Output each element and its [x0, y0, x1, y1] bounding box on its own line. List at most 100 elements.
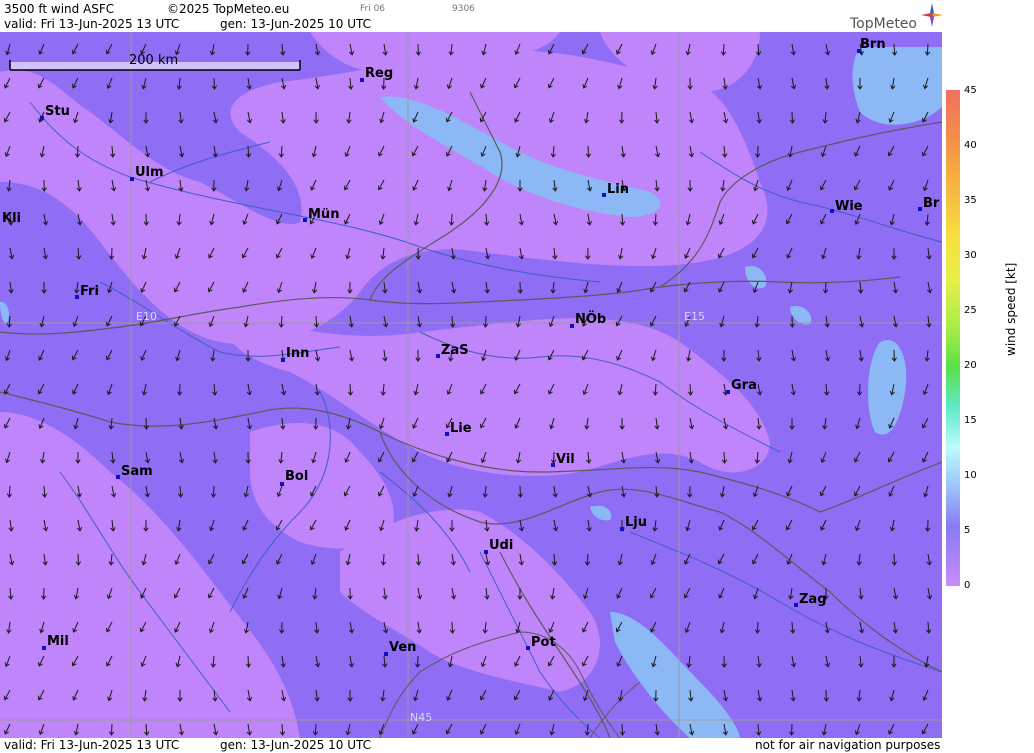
- wind-arrow-icon: [412, 723, 419, 735]
- wind-arrow-icon: [926, 553, 932, 566]
- wind-arrow-icon: [858, 587, 864, 600]
- wind-arrow-icon: [246, 417, 253, 430]
- wind-arrow-icon: [73, 417, 79, 430]
- city-label: Ven: [389, 640, 416, 655]
- wind-arrow-icon: [788, 723, 795, 736]
- wind-arrow-icon: [790, 689, 796, 702]
- wind-arrow-icon: [756, 655, 762, 668]
- wind-arrow-icon: [922, 451, 929, 463]
- wind-arrow-icon: [548, 689, 555, 701]
- wind-arrow-icon: [71, 349, 79, 361]
- wind-arrow-icon: [584, 553, 591, 566]
- wind-arrow-icon: [858, 281, 864, 294]
- wind-arrow-icon: [756, 689, 763, 702]
- city-label: Reg: [365, 66, 393, 81]
- wind-arrow-icon: [888, 485, 895, 497]
- wind-map[interactable]: 200 km E10 E15 N45 Brn Reg Stu Ulm Kli M…: [0, 32, 942, 738]
- topmeteo-logo-icon: [921, 3, 943, 27]
- legend-tick: 10: [964, 470, 977, 481]
- wind-arrow-icon: [71, 43, 79, 55]
- wind-arrow-icon: [718, 281, 725, 293]
- wind-arrow-icon: [925, 621, 932, 634]
- wind-arrow-icon: [517, 485, 524, 498]
- wind-arrow-icon: [245, 43, 251, 56]
- legend-title: wind speed [kt]: [1004, 262, 1018, 356]
- wind-arrow-icon: [822, 281, 829, 294]
- wind-arrow-icon: [756, 349, 762, 362]
- wind-arrow-icon: [717, 553, 725, 565]
- wind-arrow-icon: [143, 417, 150, 430]
- wind-arrow-icon: [416, 315, 422, 328]
- product-title: 3500 ft wind ASFC: [4, 2, 115, 16]
- scale-bar: 200 km: [9, 53, 301, 71]
- wind-arrow-icon: [649, 587, 657, 599]
- wind-arrow-icon: [586, 485, 593, 498]
- wind-arrow-icon: [447, 485, 453, 498]
- disclaimer-text: not for air navigation purposes: [755, 738, 941, 752]
- wind-arrow-icon: [210, 485, 217, 498]
- wind-arrow-icon: [37, 383, 45, 395]
- legend-tick: 35: [964, 195, 977, 206]
- wind-arrow-icon: [921, 145, 929, 157]
- wind-arrow-icon: [42, 247, 48, 260]
- wind-arrow-icon: [42, 213, 49, 226]
- wind-arrow-icon: [722, 689, 729, 702]
- wind-arrow-icon: [583, 281, 589, 294]
- wind-arrow-icon: [446, 689, 453, 701]
- wind-arrow-icon: [450, 247, 456, 260]
- wind-arrow-icon: [382, 315, 389, 328]
- wind-arrow-icon: [891, 655, 897, 668]
- wind-arrow-icon: [280, 383, 287, 396]
- wind-arrow-icon: [414, 655, 421, 668]
- wind-arrow-icon: [889, 213, 895, 226]
- wind-arrow-icon: [552, 519, 559, 532]
- wind-arrow-icon: [820, 451, 827, 464]
- wind-arrow-icon: [382, 281, 388, 294]
- city-label: Wie: [835, 199, 863, 214]
- footer-generated-time: gen: 13-Jun-2025 10 UTC: [220, 738, 372, 752]
- wind-arrow-icon: [39, 315, 45, 328]
- city-label: Vil: [556, 452, 575, 467]
- wind-arrow-icon: [380, 689, 386, 702]
- wind-arrow-icon: [854, 519, 861, 532]
- wind-arrow-icon: [552, 485, 558, 498]
- wind-arrow-icon: [144, 485, 150, 498]
- wind-arrow-icon: [819, 485, 827, 497]
- city-label: Br: [923, 196, 940, 211]
- valid-time: valid: Fri 13-Jun-2025 13 UTC: [4, 17, 180, 31]
- wind-arrow-icon: [787, 145, 794, 158]
- wind-arrow-icon: [654, 451, 661, 464]
- city-label: Lju: [625, 515, 647, 530]
- wind-arrow-icon: [789, 111, 796, 124]
- wind-arrow-icon: [922, 689, 929, 702]
- wind-arrow-icon: [854, 723, 861, 736]
- coord-label-e10: E10: [136, 310, 157, 323]
- wind-arrow-icon: [5, 43, 11, 56]
- wind-arrow-icon: [348, 315, 354, 328]
- wind-arrow-icon: [140, 349, 147, 361]
- wind-arrow-icon: [921, 723, 929, 735]
- wind-arrow-icon: [382, 655, 388, 668]
- wind-arrow-icon: [450, 281, 457, 294]
- wind-arrow-icon: [445, 723, 453, 735]
- wind-arrow-icon: [482, 485, 488, 498]
- wind-arrow-icon: [586, 519, 592, 532]
- wind-arrow-icon: [345, 723, 351, 736]
- wind-arrow-icon: [41, 281, 47, 294]
- wind-arrow-icon: [790, 655, 797, 668]
- city-label: Mil: [47, 634, 69, 649]
- wind-arrow-icon: [822, 417, 828, 430]
- wind-arrow-icon: [4, 349, 11, 362]
- wind-arrow-icon: [176, 519, 182, 532]
- wind-arrow-icon: [74, 281, 80, 294]
- wind-arrow-icon: [683, 587, 691, 599]
- wind-arrow-icon: [513, 689, 521, 701]
- wind-arrow-icon: [855, 417, 861, 430]
- wind-arrow-icon: [550, 281, 556, 294]
- wind-arrow-icon: [822, 111, 828, 124]
- wind-arrow-icon: [143, 112, 149, 124]
- city-label: Inn: [286, 346, 309, 361]
- wind-arrow-icon: [617, 689, 624, 702]
- wind-arrow-icon: [412, 485, 419, 498]
- wind-arrow-icon: [892, 315, 899, 328]
